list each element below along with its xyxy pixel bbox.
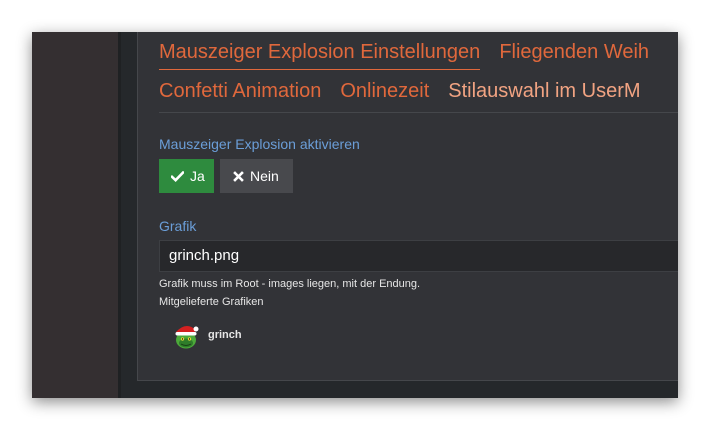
grafik-label: Grafik bbox=[159, 218, 197, 234]
provided-graphics-label: Mitgelieferte Grafiken bbox=[159, 296, 264, 308]
tab-row-2: Confetti Animation Onlinezeit Stilauswahl … bbox=[159, 80, 678, 108]
tab-stilauswahl[interactable]: Stilauswahl im UserM bbox=[448, 80, 640, 108]
no-button-label: Nein bbox=[250, 168, 279, 184]
check-icon bbox=[171, 170, 184, 182]
tab-onlinezeit[interactable]: Onlinezeit bbox=[340, 80, 429, 108]
tab-row-1: Mauszeiger Explosion Einstellungen Fliege… bbox=[159, 41, 678, 70]
grafik-help-text: Grafik muss im Root - images liegen, mit… bbox=[159, 278, 421, 290]
settings-panel: Mauszeiger Explosion Einstellungen Fliege… bbox=[137, 32, 678, 381]
yes-button[interactable]: Ja bbox=[159, 159, 214, 193]
tab-mauszeiger-explosion[interactable]: Mauszeiger Explosion Einstellungen bbox=[159, 41, 481, 70]
tab-confetti-animation[interactable]: Confetti Animation bbox=[159, 80, 321, 108]
grafik-input[interactable]: grinch.png bbox=[159, 240, 678, 272]
left-sidebar bbox=[32, 32, 118, 398]
grafik-item-grinch[interactable]: grinch bbox=[172, 320, 242, 350]
grinch-icon bbox=[175, 325, 199, 349]
tab-divider bbox=[159, 112, 678, 113]
grafik-item-name: grinch bbox=[208, 329, 242, 341]
activate-label: Mauszeiger Explosion aktivieren bbox=[159, 136, 360, 152]
tab-fliegenden-weihnachtsmann[interactable]: Fliegenden Weih bbox=[499, 41, 649, 69]
no-button[interactable]: Nein bbox=[220, 159, 293, 193]
yes-button-label: Ja bbox=[190, 168, 205, 184]
close-icon bbox=[233, 170, 244, 182]
app-window: Mauszeiger Explosion Einstellungen Fliege… bbox=[32, 32, 678, 398]
